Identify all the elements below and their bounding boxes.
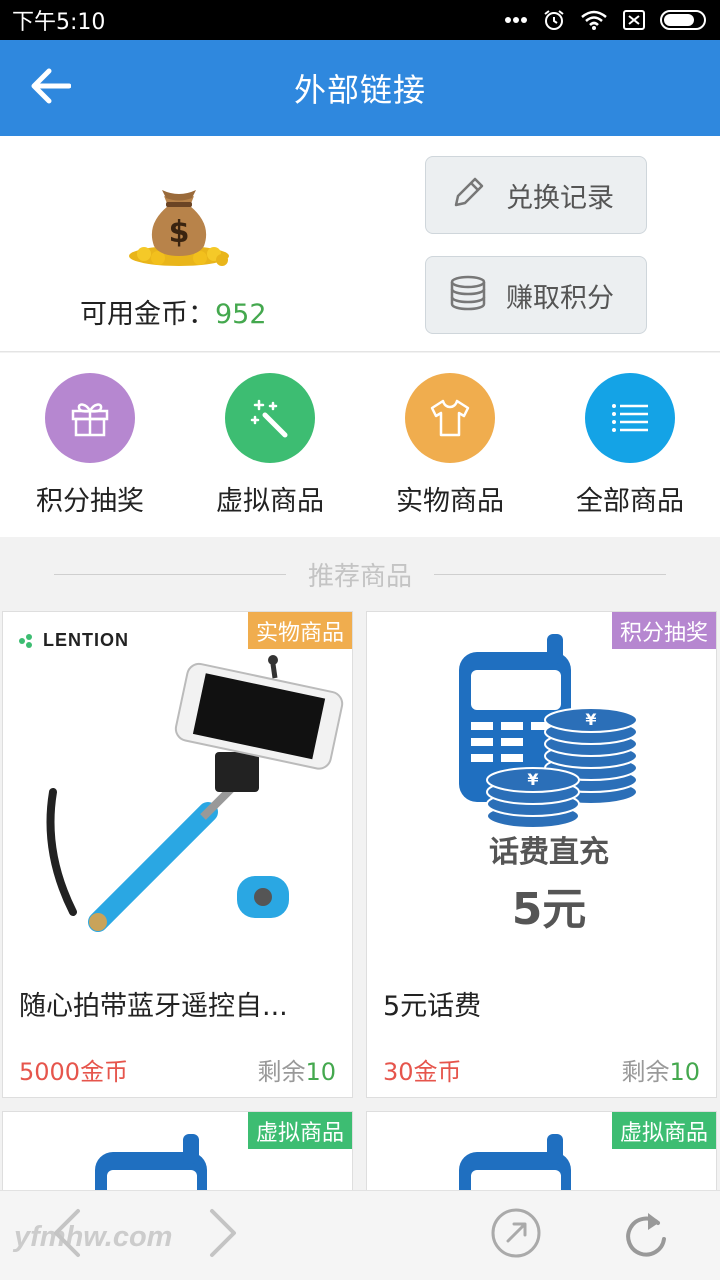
category-label: 虚拟商品 [216,486,324,517]
svg-text:$: $ [169,215,190,250]
list-icon [585,373,675,463]
page-title: 外部链接 [293,71,426,109]
database-icon [448,273,488,317]
category-tag: 虚拟商品 [611,1112,716,1149]
product-card[interactable]: LENTION 实物商品 随心拍带蓝牙遥控自... 5000金币 剩余10 [2,611,353,1098]
category-lottery[interactable]: 积分抽奖 [0,353,180,537]
recommended-title: 推荐商品 [307,561,412,592]
forward-chevron-icon [206,1207,242,1263]
brand-logo: LENTION [17,630,129,651]
product-stock: 剩余10 [621,1052,700,1087]
share-icon [490,1207,542,1263]
money-bag-icon: $ [124,176,234,268]
svg-text:¥: ¥ [527,770,538,789]
exchange-history-label: 兑换记录 [506,182,614,214]
share-button[interactable] [486,1205,546,1265]
recommended-header: 推荐商品 [0,537,720,611]
refresh-icon [622,1207,670,1263]
coins-value: 952 [215,299,267,330]
back-button[interactable] [22,62,78,114]
pencil-icon [448,173,488,217]
category-tag: 实物商品 [247,612,352,649]
earn-points-button[interactable]: 赚取积分 [425,256,647,334]
browser-back-button[interactable] [36,1205,96,1265]
product-image: ¥ ¥ 话费直充 5元 [367,612,716,952]
category-virtual[interactable]: 虚拟商品 [180,353,360,537]
product-name: 随心拍带蓝牙遥控自... [19,991,288,1022]
status-time: 下午5:10 [12,10,106,35]
gift-icon [45,373,135,463]
tshirt-icon [405,373,495,463]
magic-wand-icon [225,373,315,463]
earn-points-label: 赚取积分 [506,282,614,314]
arrow-left-icon [29,67,72,109]
phone-recharge-image: ¥ ¥ 话费直充 5元 [459,634,638,935]
category-label: 全部商品 [576,486,684,517]
brand-name: LENTION [43,630,129,650]
coins-label: 可用金币： [80,299,215,330]
available-coins: 可用金币：952 [80,292,267,331]
product-price: 5000金币 [19,1058,129,1086]
status-icons [504,8,708,32]
category-label: 实物商品 [396,486,504,517]
coins-panel: $ 可用金币：952 兑换记录 赚取积分 [0,136,720,352]
status-bar: 下午5:10 [0,0,720,40]
product-name: 5元话费 [383,991,482,1022]
category-physical[interactable]: 实物商品 [360,353,540,537]
browser-toolbar: yfmhw.com [0,1190,720,1280]
divider [434,573,666,575]
product-stock: 剩余10 [257,1052,336,1087]
wifi-icon [580,9,608,31]
product-card[interactable]: ¥ ¥ 话费直充 5元 积分抽奖 5元话费 30金币 剩余10 [366,611,717,1098]
category-label: 积分抽奖 [36,486,144,517]
browser-forward-button[interactable] [194,1205,254,1265]
stock-value: 10 [305,1058,336,1086]
product-price: 30金币 [383,1058,462,1086]
category-all[interactable]: 全部商品 [540,353,720,537]
alarm-icon [542,8,566,32]
selfie-stick-image [46,655,344,932]
stock-value: 10 [669,1058,700,1086]
category-tag: 积分抽奖 [611,612,716,649]
stock-label: 剩余 [621,1058,670,1086]
battery-icon [660,9,708,31]
exchange-history-button[interactable]: 兑换记录 [425,156,647,234]
svg-text:¥: ¥ [585,710,596,729]
product-image: LENTION [3,612,352,952]
recharge-text: 话费直充 [489,835,609,870]
app-bar: 外部链接 [0,40,720,136]
recharge-amount: 5元 [512,884,587,935]
more-dots-icon [504,16,528,24]
category-tag: 虚拟商品 [247,1112,352,1149]
back-chevron-icon [48,1207,84,1263]
divider [53,573,286,575]
stock-label: 剩余 [257,1058,306,1086]
category-nav: 积分抽奖 虚拟商品 实物商品 全部商品 [0,353,720,537]
sim-off-icon [622,9,646,31]
refresh-button[interactable] [616,1205,676,1265]
